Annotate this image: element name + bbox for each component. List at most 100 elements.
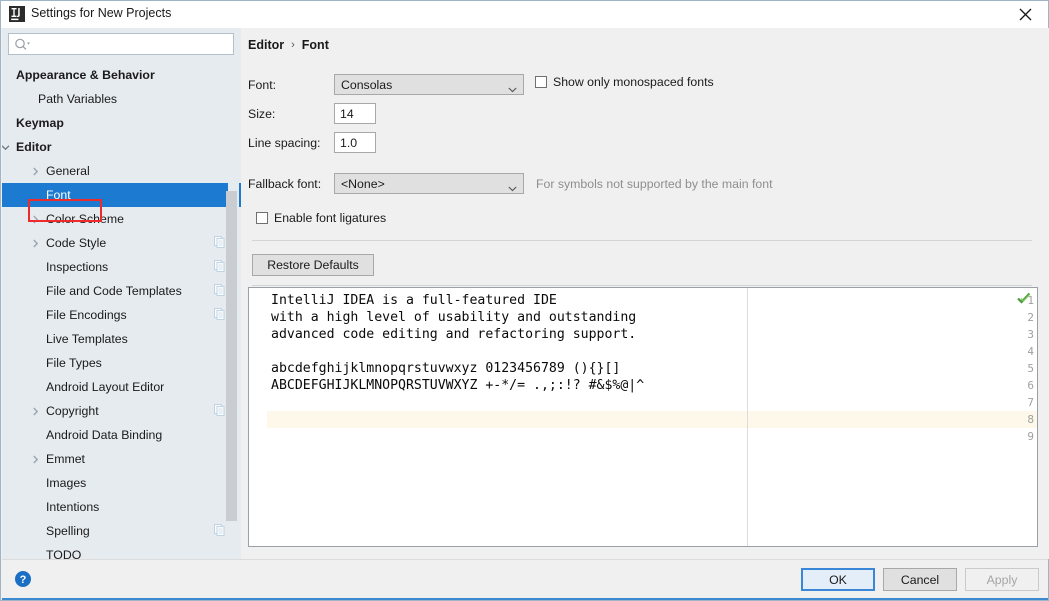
sidebar-item-images[interactable]: Images [2, 471, 241, 495]
sidebar-item-code-style[interactable]: Code Style [2, 231, 241, 255]
sidebar-item-label: General [46, 164, 90, 178]
sidebar-item-file-and-code-templates[interactable]: File and Code Templates [2, 279, 241, 303]
sidebar-item-inspections[interactable]: Inspections [2, 255, 241, 279]
font-preview-editor[interactable]: 123456789 IntelliJ IDEA is a full-featur… [248, 287, 1038, 547]
font-row: Font: Consolas [248, 74, 524, 95]
size-field[interactable] [334, 103, 376, 124]
monospaced-filter-row: Show only monospaced fonts [535, 75, 714, 89]
sidebar-item-spelling[interactable]: Spelling [2, 519, 241, 543]
font-family-combo[interactable]: Consolas [334, 74, 524, 95]
intellij-idea-icon [9, 6, 25, 22]
line-number: 3 [1027, 328, 1034, 341]
size-input[interactable] [335, 105, 375, 122]
sidebar-scrollbar-track[interactable] [226, 63, 239, 559]
sidebar-item-label: Copyright [46, 404, 99, 418]
line-number: 4 [1027, 345, 1034, 358]
close-icon [1019, 8, 1031, 21]
sidebar-item-file-encodings[interactable]: File Encodings [2, 303, 241, 327]
chevron-right-icon[interactable] [29, 213, 41, 225]
ok-button[interactable]: OK [801, 568, 875, 591]
line-spacing-label: Line spacing: [248, 135, 321, 150]
sidebar-item-font[interactable]: Font [2, 183, 241, 207]
chevron-right-icon[interactable] [29, 453, 41, 465]
line-number: 6 [1027, 379, 1034, 392]
sidebar-item-label: Inspections [46, 260, 109, 274]
enable-ligatures-checkbox[interactable]: Enable font ligatures [256, 211, 386, 225]
sidebar-item-label: TODO [46, 548, 82, 559]
sidebar-scrollbar-thumb[interactable] [226, 191, 237, 521]
help-question-icon[interactable]: ? [14, 570, 32, 588]
dialog-footer: ? OK Cancel Apply [2, 559, 1048, 600]
sidebar-item-label: Live Templates [46, 332, 128, 346]
fallback-font-value: <None> [341, 176, 385, 191]
sidebar-item-label: File Encodings [46, 308, 127, 322]
sidebar-item-appearance-behavior[interactable]: Appearance & Behavior [2, 63, 241, 87]
search-input[interactable] [33, 35, 233, 55]
close-window-button[interactable] [1002, 1, 1048, 28]
green-check-icon [1017, 291, 1031, 305]
preview-divider [252, 285, 1032, 286]
right-margin-guide [747, 288, 748, 546]
form-divider [252, 240, 1032, 241]
sidebar-item-copyright[interactable]: Copyright [2, 399, 241, 423]
sidebar-item-label: File Types [46, 356, 102, 370]
sidebar-item-android-data-binding[interactable]: Android Data Binding [2, 423, 241, 447]
sidebar-item-emmet[interactable]: Emmet [2, 447, 241, 471]
sidebar-item-color-scheme[interactable]: Color Scheme [2, 207, 241, 231]
fallback-font-combo[interactable]: <None> [334, 173, 524, 194]
footer-accent-bar [2, 598, 1048, 600]
sidebar-item-live-templates[interactable]: Live Templates [2, 327, 241, 351]
chevron-right-icon[interactable] [29, 165, 41, 177]
copy-settings-icon[interactable] [214, 236, 225, 248]
search-box[interactable] [8, 33, 234, 55]
restore-defaults-button[interactable]: Restore Defaults [252, 254, 374, 276]
font-label: Font: [248, 77, 277, 92]
breadcrumb: Editor › Font [248, 38, 329, 52]
fallback-font-label: Fallback font: [248, 176, 322, 191]
copy-settings-icon[interactable] [214, 284, 225, 296]
cancel-button[interactable]: Cancel [883, 568, 957, 591]
copy-settings-icon[interactable] [214, 404, 225, 416]
chevron-right-icon: › [291, 39, 295, 51]
sidebar-item-label: Spelling [46, 524, 90, 538]
sidebar-item-file-types[interactable]: File Types [2, 351, 241, 375]
enable-ligatures-label: Enable font ligatures [274, 211, 387, 225]
line-spacing-field[interactable] [334, 132, 376, 153]
sidebar-item-todo[interactable]: TODO [2, 543, 241, 559]
apply-button: Apply [965, 568, 1039, 591]
copy-settings-icon[interactable] [214, 260, 225, 272]
checkbox-box[interactable] [256, 212, 268, 224]
sidebar-item-label: Path Variables [38, 92, 118, 106]
settings-tree[interactable]: Appearance & Behavior Path Variables Keyma… [2, 63, 241, 559]
chevron-right-icon[interactable] [29, 405, 41, 417]
search-icon [14, 37, 30, 52]
chevron-right-icon[interactable] [29, 237, 41, 249]
line-number: 8 [1027, 413, 1034, 426]
fallback-font-hint: For symbols not supported by the main fo… [536, 176, 773, 191]
title-bar: Settings for New Projects [1, 1, 1048, 28]
line-spacing-input[interactable] [335, 134, 375, 151]
sidebar-item-label: Editor [16, 140, 52, 154]
breadcrumb-root[interactable]: Editor [248, 38, 284, 52]
sidebar-item-label: Font [46, 188, 71, 202]
sidebar-item-label: Code Style [46, 236, 107, 250]
sidebar-item-intentions[interactable]: Intentions [2, 495, 241, 519]
sidebar-item-android-layout-editor[interactable]: Android Layout Editor [2, 375, 241, 399]
sidebar-item-general[interactable]: General [2, 159, 241, 183]
fallback-font-row: Fallback font: <None> For symbols not su… [248, 173, 773, 194]
show-monospaced-checkbox[interactable]: Show only monospaced fonts [535, 75, 714, 89]
copy-settings-icon[interactable] [214, 308, 225, 320]
line-spacing-row: Line spacing: [248, 132, 376, 153]
line-number: 7 [1027, 396, 1034, 409]
chevron-down-icon[interactable] [2, 141, 11, 153]
checkbox-box[interactable] [535, 76, 547, 88]
sidebar-item-label: Appearance & Behavior [16, 68, 155, 82]
sidebar-item-keymap[interactable]: Keymap [2, 111, 241, 135]
sidebar-item-path-variables[interactable]: Path Variables [2, 87, 241, 111]
chevron-down-icon [508, 82, 517, 93]
settings-sidebar: Appearance & Behavior Path Variables Keyma… [2, 28, 241, 559]
sidebar-item-label: Android Data Binding [46, 428, 163, 442]
copy-settings-icon[interactable] [214, 524, 225, 536]
sidebar-item-editor[interactable]: Editor [2, 135, 241, 159]
preview-code-text: IntelliJ IDEA is a full-featured IDE wit… [271, 293, 645, 393]
